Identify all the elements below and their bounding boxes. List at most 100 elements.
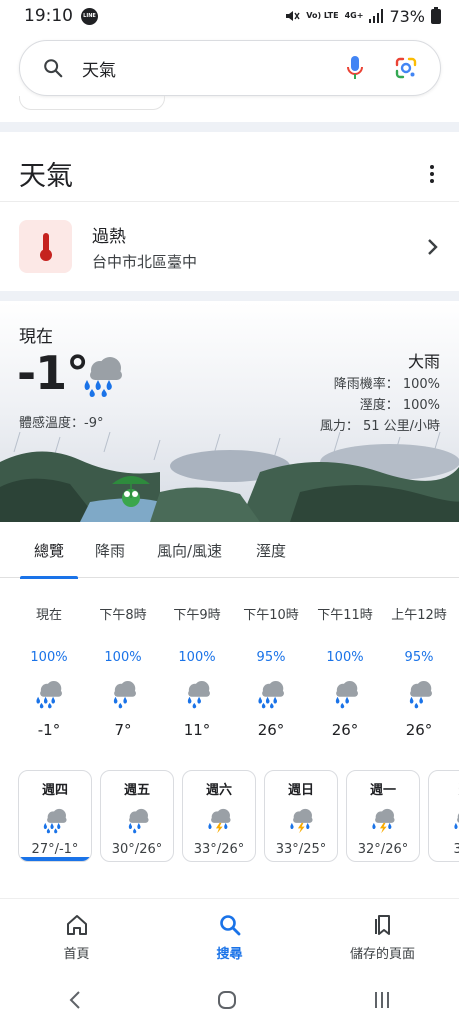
hour-precip: 100%	[178, 650, 216, 665]
rain-icon	[101, 802, 173, 838]
day-card-selected[interactable]: 週四 27°/-1°	[18, 770, 92, 862]
chevron-right-icon	[428, 238, 438, 255]
rainy-landscape-illustration	[0, 432, 459, 522]
recents-icon[interactable]	[372, 990, 392, 1010]
google-lens-icon[interactable]	[394, 56, 418, 80]
day-name: 週日	[287, 783, 314, 798]
hour-item: 現在 100% -1°	[12, 604, 86, 739]
day-temps: 32°/26°	[357, 842, 409, 857]
nav-saved-label: 儲存的頁面	[349, 947, 415, 962]
daily-forecast: 週四 27°/-1° 週五 30°/26° 週六 33°/26° 週日 33°/…	[18, 770, 459, 864]
day-name: 週一	[369, 783, 396, 798]
condition-text: 大雨	[407, 352, 440, 371]
nav-search[interactable]: 搜尋	[170, 913, 290, 962]
search-icon	[44, 59, 63, 78]
nav-home-label: 首頁	[63, 947, 90, 962]
day-card[interactable]: 週五 30°/26°	[100, 770, 174, 862]
rain-icon	[382, 679, 456, 719]
battery-percent: 73%	[389, 6, 425, 26]
hour-time: 現在	[35, 608, 62, 623]
heat-alert-row[interactable]: 過熱 台中市北區臺中	[0, 201, 459, 291]
tab-overview-label: 總覽	[34, 541, 65, 560]
hour-temp: 26°	[331, 721, 359, 739]
hour-temp: -1°	[37, 721, 61, 739]
hour-item: 下午9時 100% 11°	[160, 604, 234, 739]
day-card[interactable]: 週六 33°/26°	[182, 770, 256, 862]
nav-search-label: 搜尋	[216, 947, 243, 962]
rain-icon	[160, 679, 234, 719]
back-icon[interactable]	[67, 990, 83, 1010]
hour-item: 上午12時 95% 26°	[382, 604, 456, 739]
day-card[interactable]: 週日 33°/25°	[264, 770, 338, 862]
line-app-icon: LINE	[81, 7, 98, 25]
day-name: 週四	[41, 783, 68, 798]
tab-overview[interactable]: 總覽	[19, 522, 79, 579]
nav-home[interactable]: 首頁	[17, 913, 137, 962]
nav-saved[interactable]: 儲存的頁面	[323, 913, 443, 962]
tab-humidity-label: 溼度	[256, 541, 287, 560]
previous-card-edge	[19, 96, 165, 110]
search-bar[interactable]: 天氣	[19, 40, 441, 96]
hour-time: 下午8時	[99, 608, 147, 623]
hour-item: 下午8時 100% 7°	[86, 604, 160, 739]
tab-precipitation-label: 降雨	[95, 541, 126, 560]
thunderstorm-icon	[183, 802, 255, 838]
weather-tabs: 總覽 降雨 風向/風速 溼度	[0, 522, 459, 579]
thunderstorm-icon	[265, 802, 337, 838]
hour-precip: 100%	[104, 650, 142, 665]
day-temps: 33°/25°	[275, 842, 327, 857]
more-options-button[interactable]	[420, 160, 444, 188]
current-temperature: -1°	[17, 346, 89, 400]
search-icon	[219, 915, 240, 936]
status-right: Vo) LTE 4G+ 73%	[284, 6, 441, 26]
hour-temp: 26°	[257, 721, 285, 739]
search-query[interactable]: 天氣	[82, 56, 346, 81]
day-name: 週	[429, 779, 459, 798]
day-temps: 30°/26°	[111, 842, 163, 857]
home-circle-icon[interactable]	[217, 990, 237, 1010]
tab-wind[interactable]: 風向/風速	[157, 522, 222, 578]
now-label: 現在	[19, 327, 53, 347]
precip-chance: 降雨機率： 100%	[333, 377, 440, 392]
clock: 19:10	[24, 6, 73, 26]
microphone-icon[interactable]	[346, 55, 364, 81]
conditions-box: 大雨 降雨機率： 100% 溼度： 100% 風力： 51 公里/小時	[320, 350, 440, 437]
network-type: 4G+	[344, 11, 364, 20]
status-bar: 19:10 LINE Vo) LTE 4G+ 73%	[0, 0, 459, 32]
day-name: 週五	[123, 783, 150, 798]
hour-time: 下午10時	[243, 608, 299, 623]
hour-precip: 95%	[404, 650, 434, 665]
heavy-rain-icon	[84, 357, 122, 397]
tab-precipitation[interactable]: 降雨	[95, 522, 125, 578]
weather-title: 天氣	[19, 161, 73, 192]
current-weather-card: 現在 -1° 體感溫度：-9° 大雨 降雨機率： 100% 溼度： 100% 風…	[0, 302, 459, 522]
humidity: 溼度： 100%	[359, 398, 440, 413]
feels-like: 體感溫度：-9°	[19, 416, 104, 431]
day-name: 週六	[205, 783, 232, 798]
day-card[interactable]: 週 33°	[428, 770, 459, 862]
day-temps: 33°	[429, 842, 459, 857]
day-temps: 27°/-1°	[31, 842, 79, 857]
search-actions	[346, 55, 418, 81]
hour-precip: 100%	[326, 650, 364, 665]
section-divider	[0, 122, 459, 132]
system-navigation	[0, 976, 459, 1024]
heavy-rain-icon	[19, 802, 91, 838]
thunderstorm-icon	[429, 802, 459, 838]
day-temps: 33°/26°	[193, 842, 245, 857]
day-card[interactable]: 週一 32°/26°	[346, 770, 420, 862]
hour-temp: 11°	[183, 721, 211, 739]
tab-humidity[interactable]: 溼度	[256, 522, 286, 578]
hour-item: 下午10時 95% 26°	[234, 604, 308, 739]
battery-icon	[431, 6, 441, 24]
bottom-navigation: 首頁 搜尋 儲存的頁面	[0, 898, 459, 976]
hour-precip: 95%	[256, 650, 286, 665]
alert-location: 台中市北區臺中	[92, 252, 198, 271]
heavy-rain-icon	[234, 679, 308, 719]
section-divider	[0, 291, 459, 301]
bookmarks-icon	[374, 915, 390, 935]
hour-time: 上午12時	[391, 608, 447, 623]
alert-title: 過熱	[92, 226, 126, 247]
hourly-forecast: 現在 100% -1° 下午8時 100% 7° 下午9時 100% 11° 下…	[12, 604, 459, 739]
hour-temp: 26°	[405, 721, 433, 739]
